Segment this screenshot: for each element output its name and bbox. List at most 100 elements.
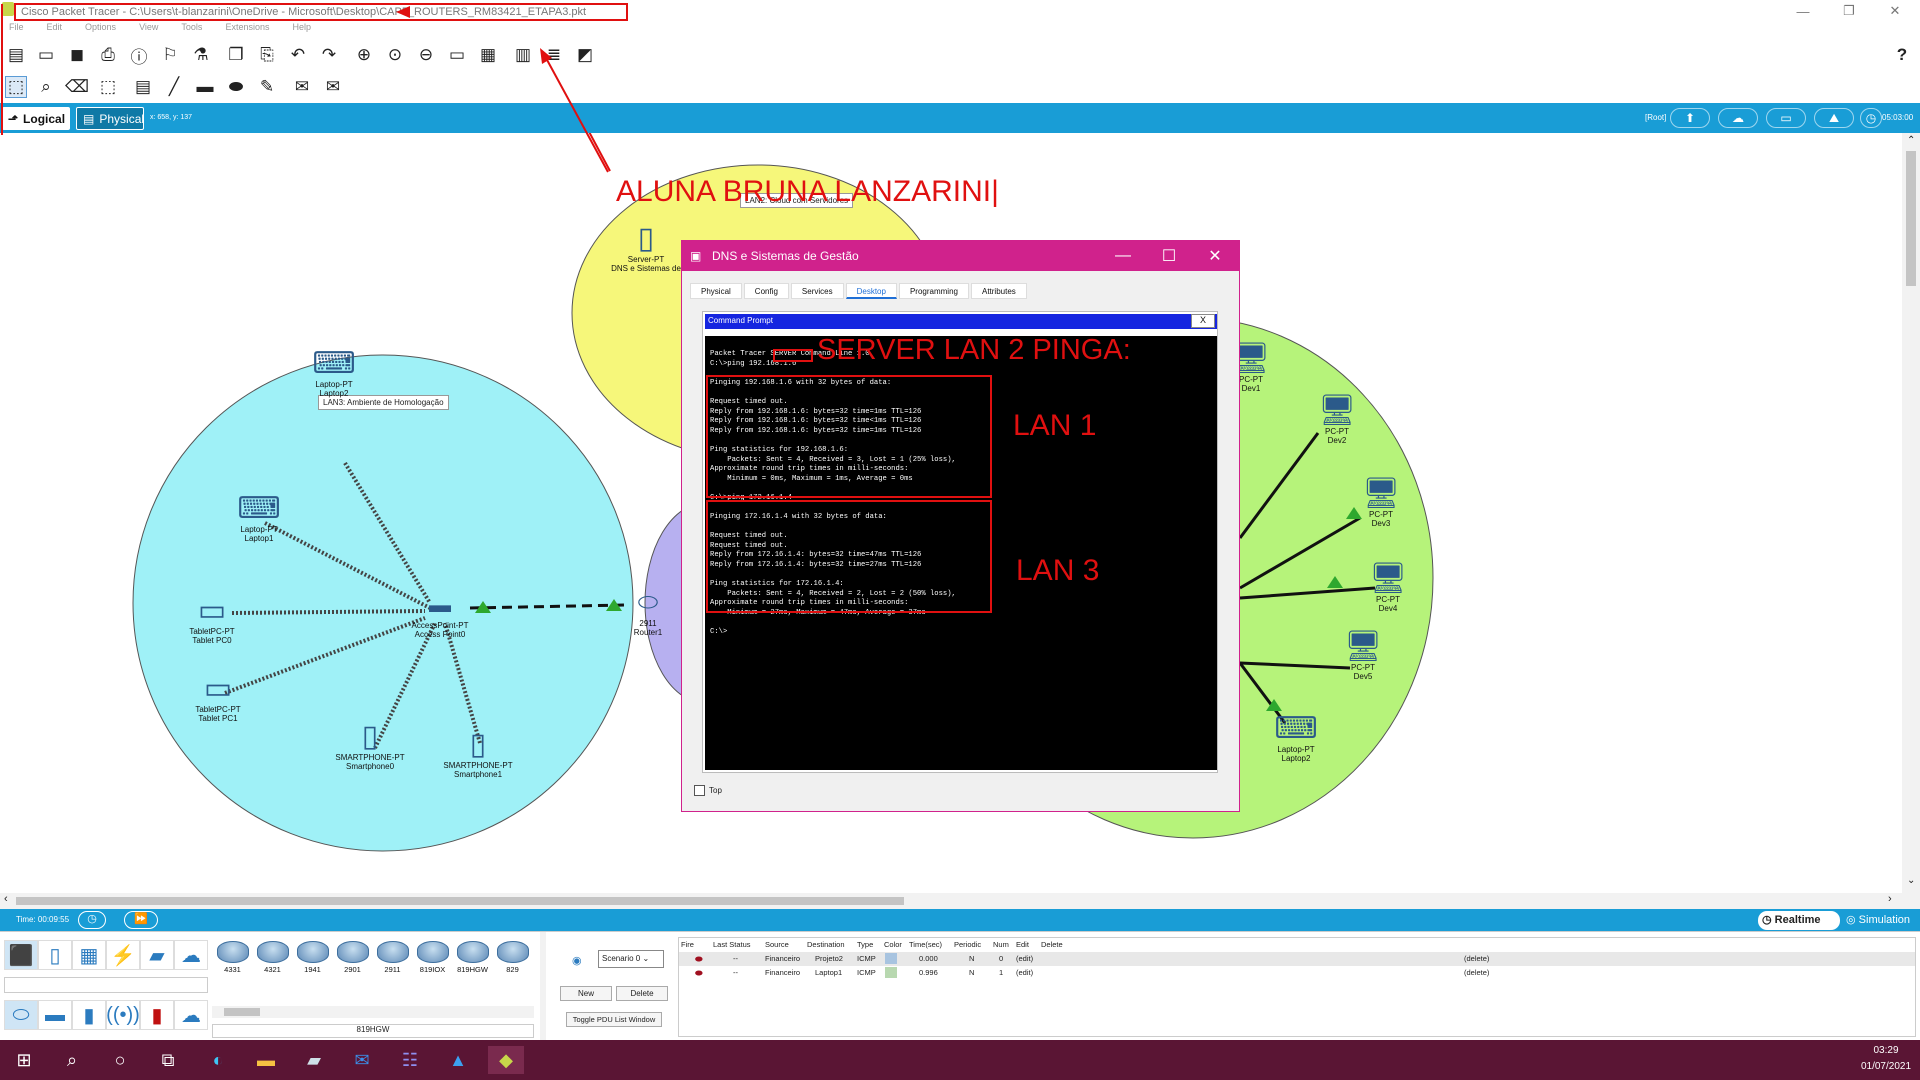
delete-icon[interactable]: ⌫ [65,76,89,98]
task-view-icon[interactable]: ⧉ [150,1046,186,1074]
close-button[interactable]: ✕ [1872,0,1918,22]
toggle-pdu-list-button[interactable]: Toggle PDU List Window [566,1012,662,1027]
switches-icon[interactable]: ▬ [38,1000,72,1030]
info-icon[interactable]: ⓘ [128,44,150,67]
horizontal-scroll-thumb[interactable] [16,897,904,905]
palette-scroll-thumb[interactable] [224,1008,260,1016]
windows-start-icon[interactable]: ⊞ [6,1046,42,1074]
cluster-icon[interactable]: ≣ [543,44,565,66]
menu-view[interactable]: View [139,22,158,32]
table-row[interactable]: ⬬ -- Financeiro Projeto2 ICMP 0.000 N 0 … [679,952,1915,966]
scroll-left-icon[interactable]: ‹ [4,893,8,905]
edge-icon[interactable]: ◐ [200,1046,236,1074]
tablet0-device[interactable]: ▭ TabletPC-PT Tablet PC0 [178,595,246,646]
complex-pdu-icon[interactable]: ✉ [322,76,344,98]
dev5-device[interactable]: 🖥 PC-PT Dev5 [1338,631,1388,682]
delete-scenario-button[interactable]: Delete [616,986,668,1001]
copy-icon[interactable]: ❐ [225,44,247,66]
place-note-icon[interactable]: ▤ [132,76,154,98]
activity-wizard-icon[interactable]: ⚗ [190,44,212,66]
cloud-icon[interactable]: ☁ [1718,108,1758,128]
model-4321[interactable]: 4321 [254,941,291,981]
zoom-reset-icon[interactable]: ⊙ [384,44,406,66]
back-icon[interactable]: ⬆ [1670,108,1710,128]
tab-services[interactable]: Services [790,283,844,299]
scenario-select[interactable]: Scenario 0 ⌄ [598,950,664,968]
scenario-info-icon[interactable]: ◉ [572,954,582,967]
print-icon[interactable]: ⎙ [97,44,119,66]
dns-close-button[interactable]: ✕ [1192,241,1238,271]
menu-tools[interactable]: Tools [181,22,202,32]
tab-attributes[interactable]: Attributes [970,283,1027,299]
model-819iox[interactable]: 819IOX [414,941,451,981]
table-row[interactable]: ⬬ -- Financeiro Laptop1 ICMP 0.996 N 1 (… [679,966,1915,980]
dev2-device[interactable]: 🖥 PC-PT Dev2 [1312,395,1362,446]
palette-scrollbar[interactable] [212,1006,534,1018]
dev4-device[interactable]: 🖥 PC-PT Dev4 [1363,563,1413,614]
screenshot-icon[interactable]: ◩ [574,44,596,66]
root-breadcrumb[interactable]: [Root] [1645,113,1666,122]
scroll-up-icon[interactable]: ⌃ [1907,135,1915,146]
laptop-projeto2-device[interactable]: ⌨ Laptop-PT Laptop2 [1266,713,1326,764]
minimize-button[interactable]: — [1780,0,1826,22]
tab-programming[interactable]: Programming [898,283,969,299]
draw-ellipse-icon[interactable]: ⬬ [225,76,247,98]
laptop2-device[interactable]: ⌨ Laptop-PT Laptop2 [300,348,368,399]
packet-tracer-taskbar-icon[interactable]: ◆ [488,1046,524,1074]
dns-minimize-button[interactable]: — [1100,241,1146,271]
zoom-in-icon[interactable]: ⊕ [353,44,375,66]
draw-line-icon[interactable]: ╱ [163,76,185,98]
access-point-device[interactable]: ▬ AccessPoint-PT Access Point0 [400,589,480,639]
router1-device[interactable]: ⬭ 2911 Router1 [620,587,676,637]
pdu-edit-link[interactable]: (edit) [1016,968,1033,977]
search-icon[interactable]: ⌕ [54,1046,90,1074]
miscellaneous-icon[interactable]: ▰ [140,940,174,970]
redo-icon[interactable]: ↷ [318,44,340,66]
network-wizard-icon[interactable]: ⚐ [159,44,181,66]
scroll-right-icon[interactable]: › [1888,893,1892,905]
maximize-button[interactable]: ❐ [1826,0,1872,22]
model-819hgw[interactable]: 819HGW [454,941,491,981]
teams-icon[interactable]: ☷ [392,1046,428,1074]
background-image-icon[interactable]: ⛰ [1814,108,1854,128]
file-explorer-icon[interactable]: ▬ [248,1046,284,1074]
panel-splitter[interactable] [540,932,546,1040]
model-2911[interactable]: 2911 [374,941,411,981]
outlook-icon[interactable]: ✉ [344,1046,380,1074]
routers-icon[interactable]: ⬭ [4,1000,38,1030]
freeform-icon[interactable]: ✎ [256,76,278,98]
inspect-icon[interactable]: ⌕ [35,76,57,98]
help-icon[interactable]: ? [1891,44,1913,66]
top-checkbox-row[interactable]: Top [694,785,722,796]
wireless-devices-icon[interactable]: ((•)) [106,1000,140,1030]
horizontal-scrollbar[interactable]: ‹ › [0,893,1920,909]
menu-extensions[interactable]: Extensions [225,22,269,32]
tablet1-device[interactable]: ▭ TabletPC-PT Tablet PC1 [184,673,252,724]
taskbar-clock[interactable]: 03:29 [1856,1045,1916,1056]
simple-pdu-icon[interactable]: ✉ [291,76,313,98]
model-829[interactable]: 829 [494,941,531,981]
network-devices-icon[interactable]: ⬛ [4,940,38,970]
menu-file[interactable]: File [9,22,24,32]
laptop1-device[interactable]: ⌨ Laptop-PT Laptop1 [225,493,293,544]
new-file-icon[interactable]: ▤ [5,44,27,66]
paste-icon[interactable]: ⎘ [256,44,278,66]
tab-physical-device[interactable]: Physical [690,283,742,299]
new-scenario-button[interactable]: New [560,986,612,1001]
scroll-down-icon[interactable]: ⌄ [1907,875,1915,886]
tab-logical[interactable]: ⬏ Logical [2,107,70,130]
custom-device-icon[interactable]: ▦ [477,44,499,66]
model-1941[interactable]: 1941 [294,941,331,981]
draw-rectangle-icon[interactable]: ▬ [194,76,216,98]
fire-icon[interactable]: ⬬ [695,968,703,979]
select-tool-icon[interactable]: ⬚ [5,76,27,98]
tab-physical[interactable]: ▤ Physical [76,107,144,130]
clock-icon[interactable]: ◷ [1860,108,1882,128]
resize-icon[interactable]: ⬚ [97,76,119,98]
drawing-palette-icon[interactable]: ▭ [446,44,468,66]
end-devices-icon[interactable]: ▯ [38,940,72,970]
vertical-scroll-thumb[interactable] [1906,151,1916,286]
simulation-button[interactable]: ◎ Simulation [1842,911,1920,930]
components-icon[interactable]: ▦ [72,940,106,970]
pdu-delete-link[interactable]: (delete) [1464,968,1489,977]
